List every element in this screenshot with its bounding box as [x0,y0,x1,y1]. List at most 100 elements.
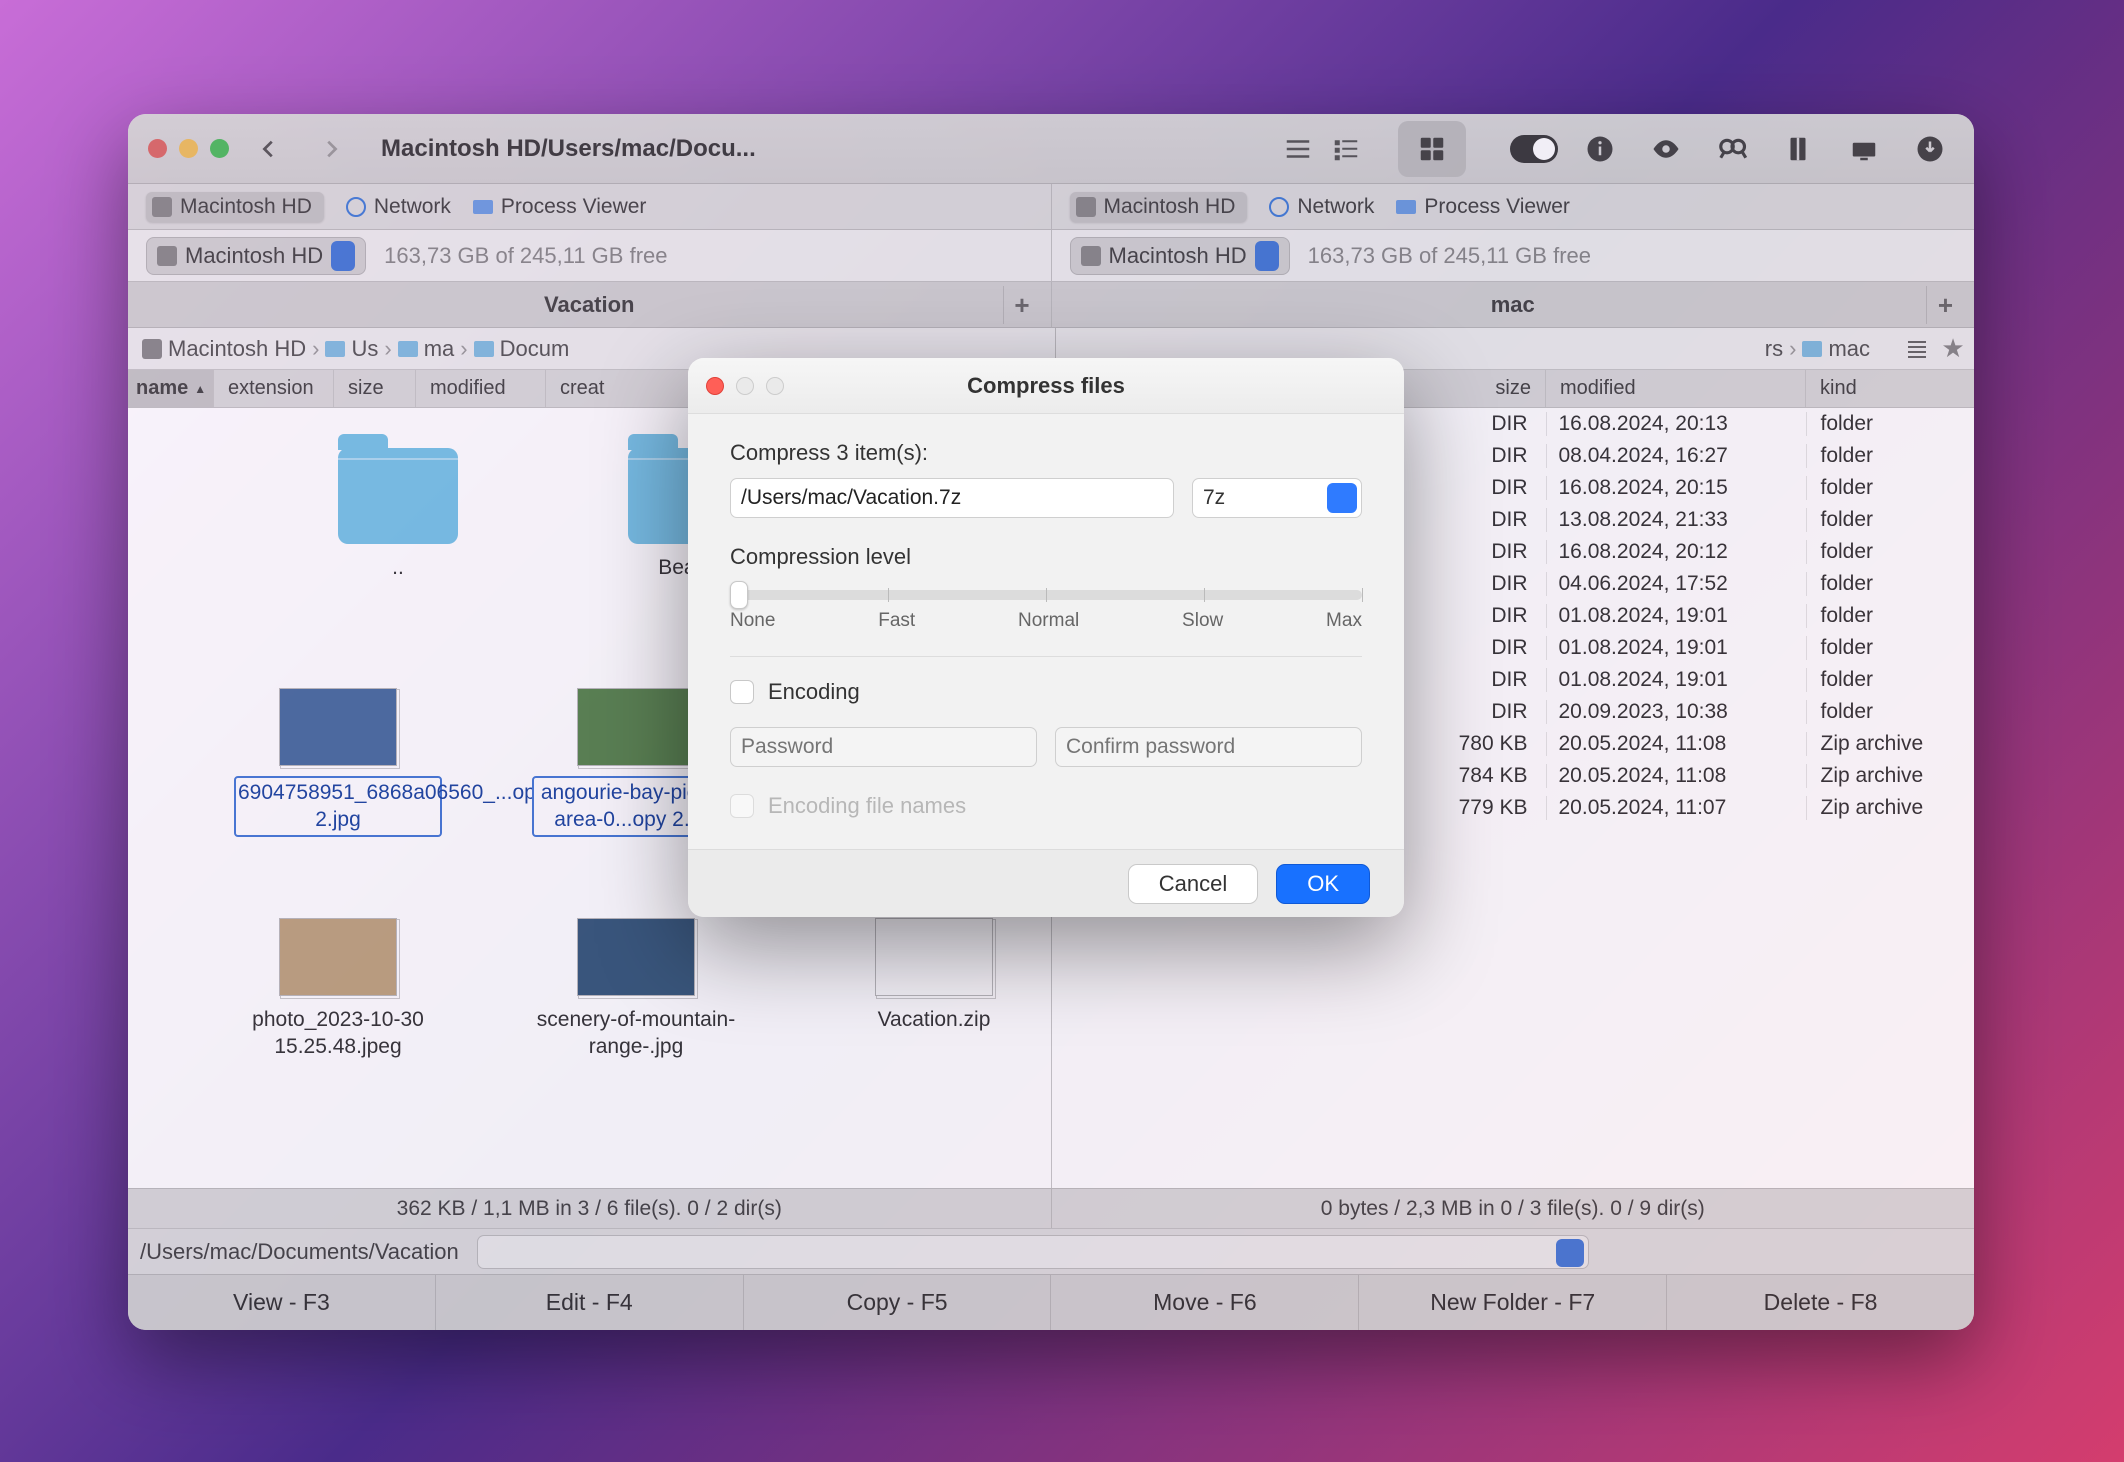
monitor-icon [473,200,493,214]
cell-modified: 16.08.2024, 20:15 [1546,476,1806,500]
encoding-checkbox-row[interactable]: Encoding [730,679,1362,705]
col-size[interactable]: size [334,370,416,407]
fn-button[interactable]: Move - F6 [1051,1275,1359,1330]
password-input[interactable] [730,727,1037,767]
volume-select-right[interactable]: Macintosh HD [1070,237,1290,275]
list-row[interactable]: 784 KB20.05.2024, 11:08Zip archive [1416,760,1975,792]
crumb[interactable]: rs [1765,336,1783,362]
archive-icon[interactable] [1774,125,1822,173]
list-row[interactable]: 780 KB20.05.2024, 11:08Zip archive [1416,728,1975,760]
archive-path-input[interactable] [730,478,1174,518]
cell-kind: folder [1806,444,1975,468]
cell-kind: folder [1806,540,1975,564]
col-name[interactable]: name▲ [128,370,214,407]
list-row[interactable]: DIR01.08.2024, 19:01folder [1416,632,1975,664]
fn-button[interactable]: View - F3 [128,1275,436,1330]
nav-back-button[interactable] [247,127,291,171]
crumb[interactable]: ma [398,336,455,362]
col-extension[interactable]: extension [214,370,334,407]
file-item[interactable]: 6904758951_6868a06560_...opy 2.jpg [228,688,448,837]
add-tab-right[interactable]: + [1926,286,1964,324]
cell-modified: 01.08.2024, 19:01 [1546,636,1806,660]
close-window-button[interactable] [148,139,167,158]
tab-left-hd[interactable]: Macintosh HD [146,192,324,222]
col-size-r[interactable]: size [1416,370,1546,407]
list-row[interactable]: DIR16.08.2024, 20:15folder [1416,472,1975,504]
cell-modified: 01.08.2024, 19:01 [1546,604,1806,628]
image-thumb [577,688,695,766]
compression-slider[interactable] [730,590,1362,600]
file-item[interactable]: .. [288,448,508,581]
cell-kind: folder [1806,572,1975,596]
tab-right-network[interactable]: Network [1269,195,1374,219]
cell-size: DIR [1416,700,1546,724]
crumb[interactable]: mac [1802,336,1870,362]
list-row[interactable]: DIR20.09.2023, 10:38folder [1416,696,1975,728]
list-row[interactable]: DIR13.08.2024, 21:33folder [1416,504,1975,536]
cell-size: DIR [1416,412,1546,436]
col-modified-r[interactable]: modified [1546,370,1806,407]
fn-button[interactable]: Edit - F4 [436,1275,744,1330]
dialog-close-button[interactable] [706,377,724,395]
favorite-icon[interactable]: ★ [1938,334,1968,364]
crumb[interactable]: Docum [474,336,570,362]
file-item[interactable]: photo_2023-10-30 15.25.48.jpeg [228,918,448,1061]
pane-tab-left[interactable]: Vacation+ [128,282,1051,328]
download-icon[interactable] [1906,125,1954,173]
list-row[interactable]: DIR16.08.2024, 20:13folder [1416,408,1975,440]
search-icon[interactable] [1708,125,1756,173]
hd-icon [157,246,177,266]
zoom-window-button[interactable] [210,139,229,158]
ok-button[interactable]: OK [1276,864,1370,904]
tab-right-process[interactable]: Process Viewer [1396,195,1570,219]
list-row[interactable]: DIR16.08.2024, 20:12folder [1416,536,1975,568]
fn-button[interactable]: New Folder - F7 [1359,1275,1667,1330]
list-row[interactable]: 779 KB20.05.2024, 11:07Zip archive [1416,792,1975,824]
nav-forward-button[interactable] [309,127,353,171]
share-icon[interactable] [1840,125,1888,173]
format-select[interactable]: 7z [1192,478,1362,518]
view-icons-button[interactable] [1398,121,1466,177]
cell-kind: folder [1806,636,1975,660]
list-mode-icon[interactable] [1902,334,1932,364]
checkbox-icon[interactable] [730,680,754,704]
slider-knob[interactable] [730,581,748,609]
cell-size: DIR [1416,572,1546,596]
info-icon[interactable] [1576,125,1624,173]
tab-left-process[interactable]: Process Viewer [473,195,647,219]
crumb[interactable]: Macintosh HD [142,336,306,362]
list-row[interactable]: DIR01.08.2024, 19:01folder [1416,600,1975,632]
path-dropdown[interactable] [477,1235,1589,1269]
list-row[interactable]: DIR08.04.2024, 16:27folder [1416,440,1975,472]
slider-labels: NoneFastNormalSlowMax [730,610,1362,632]
col-kind-r[interactable]: kind [1806,370,1974,407]
cell-kind: folder [1806,412,1975,436]
list-row[interactable]: DIR01.08.2024, 19:01folder [1416,664,1975,696]
folder-icon [338,448,458,544]
volume-select-left[interactable]: Macintosh HD [146,237,366,275]
fn-button[interactable]: Delete - F8 [1667,1275,1974,1330]
view-list-icon[interactable] [1274,125,1322,173]
tab-left-network[interactable]: Network [346,195,451,219]
toggle-switch[interactable] [1510,125,1558,173]
add-tab-left[interactable]: + [1003,286,1041,324]
list-row[interactable]: DIR04.06.2024, 17:52folder [1416,568,1975,600]
file-item[interactable]: Vacation.zip [824,918,1044,1033]
fn-button[interactable]: Copy - F5 [744,1275,1052,1330]
file-item[interactable]: scenery-of-mountain-range-.jpg [526,918,746,1061]
folder-icon [398,341,418,357]
view-columns-icon[interactable] [1322,125,1370,173]
crumb[interactable]: Us [325,336,378,362]
confirm-password-input[interactable] [1055,727,1362,767]
quicklook-icon[interactable] [1642,125,1690,173]
dialog-title: Compress files [967,373,1125,399]
cancel-button[interactable]: Cancel [1128,864,1258,904]
cell-size: DIR [1416,444,1546,468]
pane-tab-right[interactable]: mac+ [1051,282,1975,328]
file-label: scenery-of-mountain-range-.jpg [526,1006,746,1061]
col-modified[interactable]: modified [416,370,546,407]
tab-right-hd[interactable]: Macintosh HD [1070,192,1248,222]
minimize-window-button[interactable] [179,139,198,158]
cell-size: DIR [1416,540,1546,564]
level-label: Compression level [730,544,1362,570]
